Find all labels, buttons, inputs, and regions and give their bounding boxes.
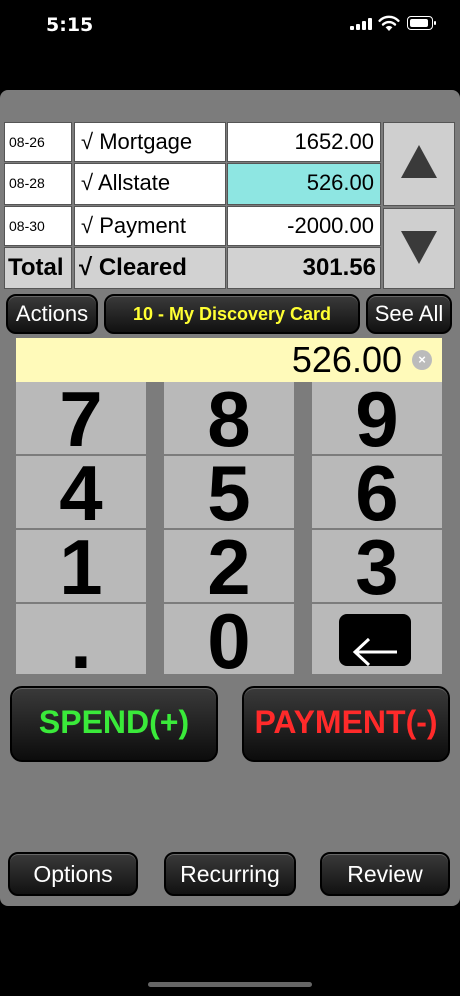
cleared-total: 301.56	[227, 247, 381, 289]
spend-button[interactable]: SPEND(+)	[10, 686, 218, 762]
status-time: 5:15	[46, 14, 94, 36]
key-1[interactable]: 1	[16, 528, 146, 606]
key-7[interactable]: 7	[16, 380, 146, 458]
triangle-up-icon	[401, 145, 437, 178]
options-button[interactable]: Options	[8, 852, 138, 896]
key-4[interactable]: 4	[16, 454, 146, 532]
review-button[interactable]: Review	[320, 852, 450, 896]
check-mark: √	[81, 213, 94, 238]
clear-icon[interactable]: ×	[412, 350, 432, 370]
transaction-date: 08-26	[4, 122, 72, 162]
transaction-desc: √ Allstate	[74, 163, 226, 205]
key-2[interactable]: 2	[164, 528, 294, 606]
home-indicator	[148, 982, 312, 987]
cleared-label: √ Cleared	[74, 247, 226, 289]
status-bar: 5:15	[0, 0, 460, 50]
recurring-button[interactable]: Recurring	[164, 852, 296, 896]
battery-icon	[407, 16, 436, 30]
transaction-amount: 1652.00	[227, 122, 381, 162]
key-0[interactable]: 0	[164, 602, 294, 680]
main-panel: 08-26 √ Mortgage 1652.00 08-28 √ Allstat…	[0, 90, 460, 906]
transaction-date: 08-30	[4, 206, 72, 246]
key-5[interactable]: 5	[164, 454, 294, 532]
triangle-down-icon	[401, 231, 437, 264]
transaction-desc-text: Mortgage	[99, 129, 193, 154]
key-3[interactable]: 3	[312, 528, 442, 606]
total-label: Total	[4, 247, 72, 289]
transaction-desc-text: Payment	[99, 213, 187, 238]
actions-button[interactable]: Actions	[6, 294, 98, 334]
wifi-icon	[378, 15, 400, 31]
key-9[interactable]: 9	[312, 380, 442, 458]
account-selector[interactable]: 10 - My Discovery Card	[104, 294, 360, 334]
transaction-desc-text: Allstate	[97, 170, 171, 195]
payment-button[interactable]: PAYMENT(-)	[242, 686, 450, 762]
transaction-desc: √ Payment	[74, 206, 226, 246]
check-mark: √	[79, 254, 93, 281]
key-decimal[interactable]: .	[16, 602, 146, 680]
check-mark: √	[81, 170, 94, 195]
transaction-amount: -2000.00	[227, 206, 381, 246]
check-mark: √	[81, 129, 94, 154]
scroll-up-button[interactable]	[383, 122, 455, 206]
key-8[interactable]: 8	[164, 380, 294, 458]
backspace-icon	[339, 614, 411, 667]
key-6[interactable]: 6	[312, 454, 442, 532]
scroll-down-button[interactable]	[383, 208, 455, 289]
backspace-key[interactable]	[312, 604, 442, 674]
see-all-button[interactable]: See All	[366, 294, 452, 334]
transaction-amount-selected: 526.00	[227, 163, 381, 205]
transaction-desc: √ Mortgage	[74, 122, 226, 162]
cleared-text: Cleared	[98, 254, 187, 281]
transaction-date: 08-28	[4, 163, 72, 205]
